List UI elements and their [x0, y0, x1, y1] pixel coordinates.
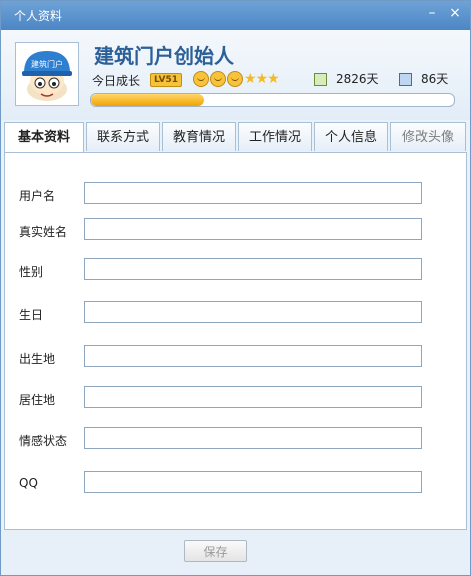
- active-days-stat: 2826天: [314, 70, 379, 87]
- level-badge: LV51: [150, 73, 182, 87]
- nickname: 建筑门户创始人: [94, 44, 234, 68]
- form-row-qq: QQ: [5, 471, 468, 497]
- rank-face-icon: [193, 71, 209, 87]
- close-button[interactable]: ×: [446, 4, 464, 22]
- tab-contact[interactable]: 联系方式: [86, 122, 160, 151]
- residence-label: 居住地: [19, 393, 56, 407]
- avatar-image: 建筑门户: [22, 51, 72, 101]
- form-row-relationship: 情感状态: [5, 427, 468, 453]
- realname-label: 真实姓名: [19, 225, 68, 239]
- online-days-stat: 86天: [399, 70, 448, 87]
- form-row-residence: 居住地: [5, 386, 468, 412]
- profile-window: 个人资料 – × 建筑门户 建筑门户创始人 今日成长 LV51 ★★★ 2826…: [0, 0, 471, 576]
- rank-icons: ★★★: [193, 71, 280, 87]
- birthday-label: 生日: [19, 308, 44, 322]
- tab-basic-info[interactable]: 基本资料: [4, 122, 84, 153]
- growth-progress-bar: [90, 93, 455, 107]
- save-button[interactable]: 保存: [184, 540, 247, 562]
- hat-text: 建筑门户: [31, 59, 63, 69]
- tab-personal-info[interactable]: 个人信息: [314, 122, 388, 151]
- avatar[interactable]: 建筑门户: [15, 42, 79, 106]
- tab-change-avatar[interactable]: 修改头像: [390, 122, 466, 151]
- online-days-value: 86天: [421, 72, 449, 86]
- birthday-field[interactable]: [84, 301, 422, 323]
- relationship-field[interactable]: [84, 427, 422, 449]
- birthplace-field[interactable]: [84, 345, 422, 367]
- form-row-birthplace: 出生地: [5, 345, 468, 371]
- qq-label: QQ: [19, 476, 38, 490]
- form-row-username: 用户名: [5, 182, 468, 208]
- tab-education[interactable]: 教育情况: [162, 122, 236, 151]
- username-field[interactable]: [84, 182, 422, 204]
- calendar-icon: [314, 73, 327, 86]
- gender-label: 性别: [19, 265, 44, 279]
- basic-info-panel: 用户名 真实姓名 性别 生日 出生地 居住地 情感状态 QQ: [4, 152, 467, 530]
- residence-field[interactable]: [84, 386, 422, 408]
- profile-header: 建筑门户 建筑门户创始人 今日成长 LV51 ★★★ 2826天 86天: [1, 30, 470, 120]
- title-bar[interactable]: 个人资料 – ×: [1, 1, 470, 30]
- rank-face-icon: [210, 71, 226, 87]
- gender-field[interactable]: [84, 258, 422, 280]
- active-days-value: 2826天: [336, 72, 379, 86]
- realname-field[interactable]: [84, 218, 422, 240]
- window-title: 个人资料: [14, 9, 63, 23]
- tab-work[interactable]: 工作情况: [238, 122, 312, 151]
- form-row-gender: 性别: [5, 258, 468, 284]
- form-row-realname: 真实姓名: [5, 218, 468, 244]
- rank-face-icon: [227, 71, 243, 87]
- footer: 保存: [1, 530, 470, 575]
- tab-bar: 基本资料 联系方式 教育情况 工作情况 个人信息 修改头像: [4, 122, 467, 153]
- growth-label: 今日成长: [92, 74, 141, 88]
- qq-field[interactable]: [84, 471, 422, 493]
- minimize-button[interactable]: –: [423, 4, 441, 22]
- username-label: 用户名: [19, 189, 56, 203]
- relationship-label: 情感状态: [19, 434, 68, 448]
- rank-star-icon: ★: [267, 71, 280, 87]
- online-icon: [399, 73, 412, 86]
- progress-fill: [91, 94, 204, 106]
- birthplace-label: 出生地: [19, 352, 56, 366]
- form-row-birthday: 生日: [5, 301, 468, 327]
